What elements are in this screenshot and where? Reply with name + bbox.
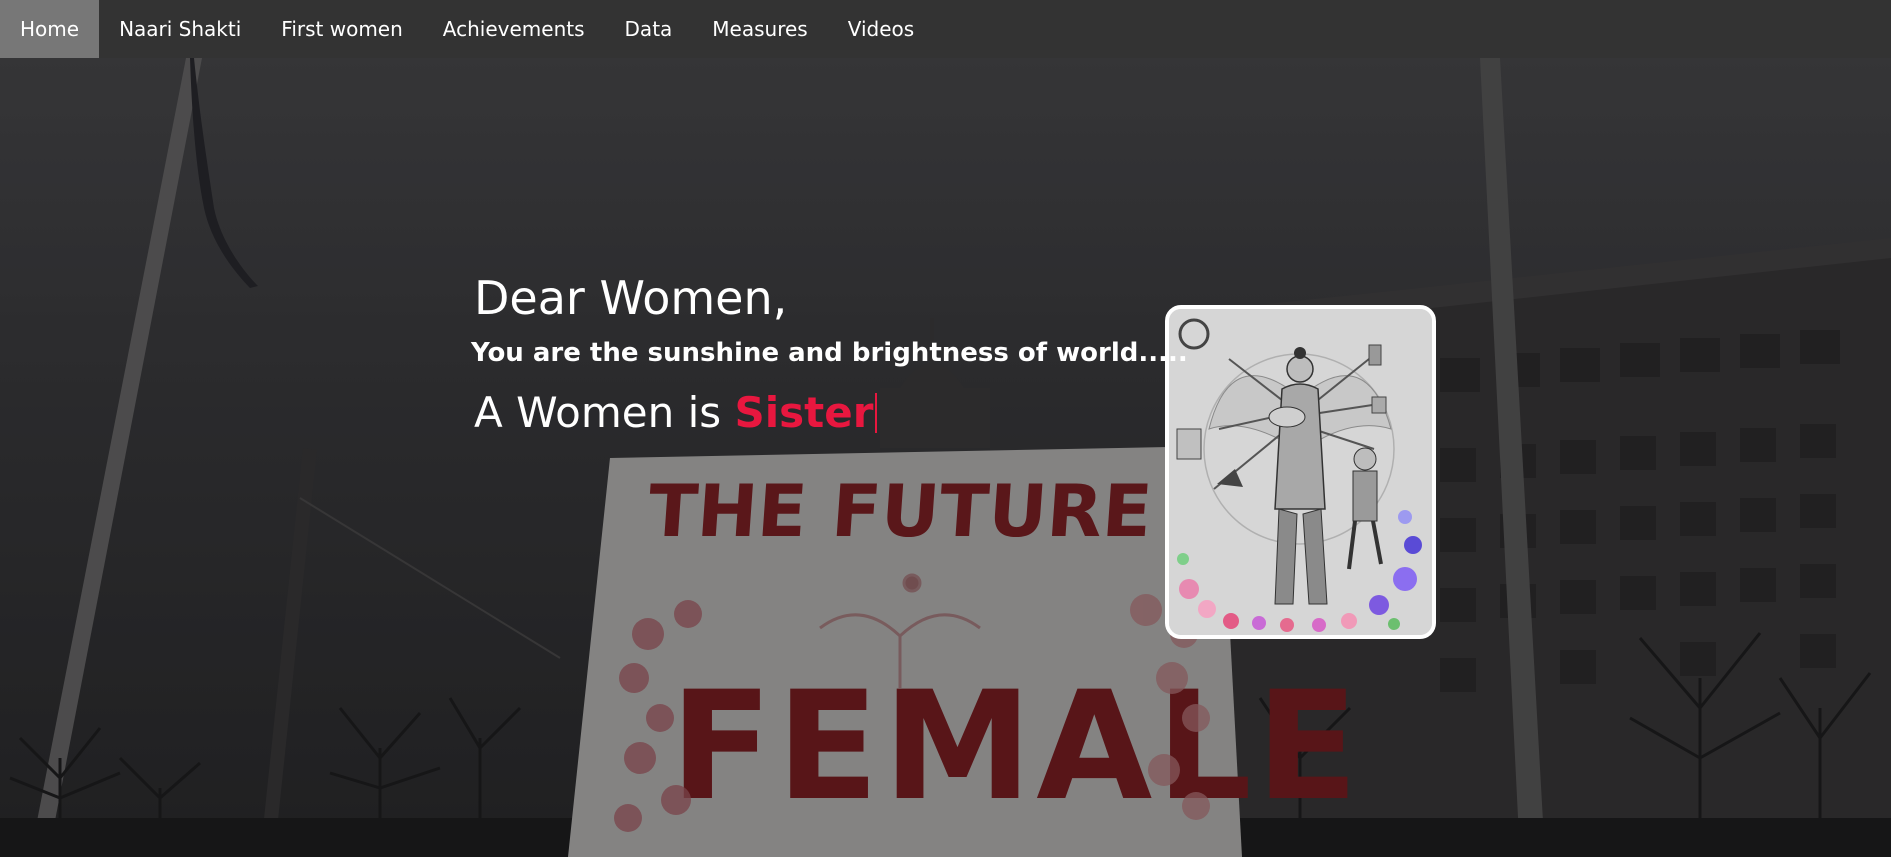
dark-overlay (0, 58, 1891, 857)
nav-home[interactable]: Home (0, 0, 100, 58)
top-navbar: Home Naari Shakti First women Achievemen… (0, 0, 1891, 58)
nav-first-women[interactable]: First women (261, 0, 423, 58)
page: Home Naari Shakti First women Achievemen… (0, 0, 1891, 857)
nav-measures[interactable]: Measures (692, 0, 827, 58)
typing-cursor (875, 393, 878, 433)
illustration-drawing (1169, 309, 1432, 635)
hero-background-photo: THE FUTURE IS FEMALE (0, 58, 1891, 857)
multitasking-woman-illustration (1165, 305, 1436, 639)
nav-data[interactable]: Data (605, 0, 693, 58)
hero-greeting: Dear Women, (474, 271, 788, 325)
nav-videos[interactable]: Videos (828, 0, 934, 58)
nav-naari-shakti[interactable]: Naari Shakti (99, 0, 261, 58)
hero-typing-line: A Women is Sister (474, 386, 878, 440)
nav-achievements[interactable]: Achievements (423, 0, 605, 58)
hero-section: THE FUTURE IS FEMALE (0, 58, 1891, 857)
typed-word: Sister (734, 388, 874, 437)
hero-tagline: You are the sunshine and brightness of w… (471, 338, 1188, 368)
typing-prefix: A Women is (474, 388, 735, 437)
